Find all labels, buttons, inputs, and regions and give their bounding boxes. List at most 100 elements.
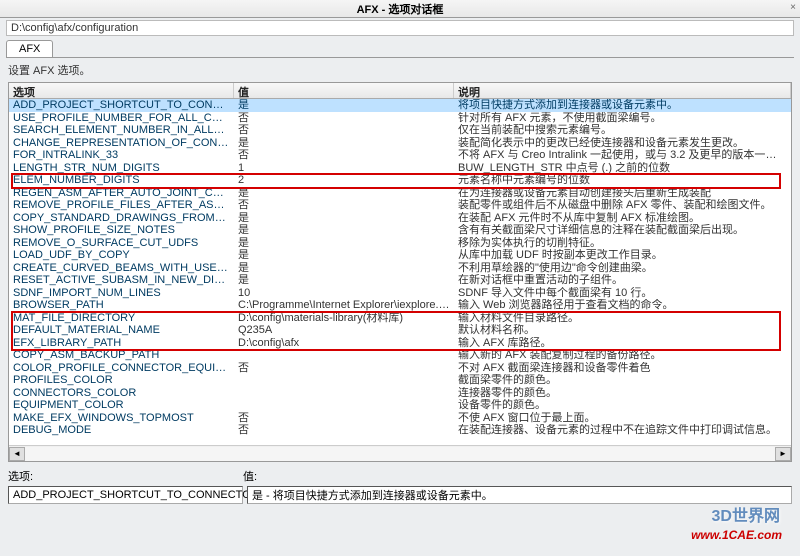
table-row[interactable]: CREATE_CURVED_BEAMS_WITH_USE_EDGE是不利用草绘器… (9, 262, 791, 275)
cell-option: LENGTH_STR_NUM_DIGITS (9, 162, 234, 175)
path-input[interactable]: D:\config\afx/configuration (6, 20, 794, 36)
cell-value (234, 374, 454, 387)
scroll-left-icon[interactable]: ◄ (9, 447, 25, 461)
cell-description: 输入 AFX 库路径。 (454, 337, 791, 350)
close-icon[interactable]: × (790, 2, 796, 13)
cell-option: SDNF_IMPORT_NUM_LINES (9, 287, 234, 300)
cell-value: 是 (234, 187, 454, 200)
cell-option: CONNECTORS_COLOR (9, 387, 234, 400)
table-row[interactable]: COPY_ASM_BACKUP_PATH 输入新的 AFX 装配复制过程的备份路径… (9, 349, 791, 362)
cell-description: 仅在当前装配中搜索元素编号。 (454, 124, 791, 137)
cell-option: COLOR_PROFILE_CONNECTOR_EQUIPMENT_PARTS (9, 362, 234, 375)
table-row[interactable]: LENGTH_STR_NUM_DIGITS1BUW_LENGTH_STR 中点号… (9, 162, 791, 175)
cell-value: 10 (234, 287, 454, 300)
cell-option: BROWSER_PATH (9, 299, 234, 312)
col-option[interactable]: 选项 (9, 83, 234, 98)
table-row[interactable]: ADD_PROJECT_SHORTCUT_TO_CONNECTOR_EQUIPM… (9, 99, 791, 112)
col-description[interactable]: 说明 (454, 83, 791, 98)
cell-description: 元素名称中元素编号的位数 (454, 174, 791, 187)
cell-value: 否 (234, 124, 454, 137)
cell-option: COPY_ASM_BACKUP_PATH (9, 349, 234, 362)
cell-value: 是 (234, 274, 454, 287)
cell-value: 否 (234, 424, 454, 437)
cell-option: REMOVE_PROFILE_FILES_AFTER_ASSEMBLY (9, 199, 234, 212)
cell-description: 设备零件的颜色。 (454, 399, 791, 412)
value-field[interactable]: 是 - 将项目快捷方式添加到连接器或设备元素中。 (247, 486, 792, 504)
cell-option: MAT_FILE_DIRECTORY (9, 312, 234, 325)
scroll-right-icon[interactable]: ► (775, 447, 791, 461)
cell-description: 输入新的 AFX 装配复制过程的备份路径。 (454, 349, 791, 362)
cell-option: DEFAULT_MATERIAL_NAME (9, 324, 234, 337)
cell-option: DEBUG_MODE (9, 424, 234, 437)
cell-value (234, 349, 454, 362)
cell-option: EQUIPMENT_COLOR (9, 399, 234, 412)
horizontal-scrollbar[interactable]: ◄ ► (9, 445, 791, 461)
cell-option: CHANGE_REPRESENTATION_OF_CONNECTOR_EQUIP… (9, 137, 234, 150)
cell-option: ADD_PROJECT_SHORTCUT_TO_CONNECTOR_EQUIPM… (9, 99, 234, 112)
table-row[interactable]: PROFILES_COLOR截面梁零件的颜色。 (9, 374, 791, 387)
label-value: 值: (243, 468, 257, 484)
cell-description: 截面梁零件的颜色。 (454, 374, 791, 387)
cell-description: 在新对话框中重置活动的子组件。 (454, 274, 791, 287)
tab-afx[interactable]: AFX (6, 40, 53, 57)
table-row[interactable]: COLOR_PROFILE_CONNECTOR_EQUIPMENT_PARTS否… (9, 362, 791, 375)
table-row[interactable]: BROWSER_PATHC:\Programme\Internet Explor… (9, 299, 791, 312)
path-text: D:\config\afx/configuration (11, 22, 138, 34)
table-row[interactable]: SDNF_IMPORT_NUM_LINES10SDNF 导入文件中每个截面梁有 … (9, 287, 791, 300)
table-row[interactable]: REMOVE_O_SURFACE_CUT_UDFS是移除为实体执行的切削特征。 (9, 237, 791, 250)
cell-value: D:\config\afx (234, 337, 454, 350)
cell-description: 不将 AFX 与 Creo Intralink 一起使用，或与 3.2 及更早的… (454, 149, 791, 162)
cell-value: 是 (234, 224, 454, 237)
cell-description: 装配零件或组件后不从磁盘中删除 AFX 零件、装配和绘图文件。 (454, 199, 791, 212)
subtitle: 设置 AFX 选项。 (8, 62, 792, 78)
cell-description: 输入材料文件目录路径。 (454, 312, 791, 325)
watermark-brand: 3D世界网 (712, 502, 780, 526)
cell-value: 2 (234, 174, 454, 187)
cell-value: 否 (234, 199, 454, 212)
table-row[interactable]: EFX_LIBRARY_PATHD:\config\afx输入 AFX 库路径。 (9, 337, 791, 350)
table-row[interactable]: CHANGE_REPRESENTATION_OF_CONNECTOR_EQUIP… (9, 137, 791, 150)
table-row[interactable]: USE_PROFILE_NUMBER_FOR_ALL_COMPONENT_NAM… (9, 112, 791, 125)
table-row[interactable]: DEFAULT_MATERIAL_NAMEQ235A默认材料名称。 (9, 324, 791, 337)
cell-value: C:\Programme\Internet Explorer\iexplore.… (234, 299, 454, 312)
col-value[interactable]: 值 (234, 83, 454, 98)
cell-option: REMOVE_O_SURFACE_CUT_UDFS (9, 237, 234, 250)
table-row[interactable]: CONNECTORS_COLOR连接器零件的颜色。 (9, 387, 791, 400)
cell-description: 将项目快捷方式添加到连接器或设备元素中。 (454, 99, 791, 112)
table-row[interactable]: MAT_FILE_DIRECTORYD:\config\materials-li… (9, 312, 791, 325)
table-row[interactable]: REGEN_ASM_AFTER_AUTO_JOINT_CREATION是在为连接… (9, 187, 791, 200)
table-row[interactable]: FOR_INTRALINK_33否不将 AFX 与 Creo Intralink… (9, 149, 791, 162)
options-table: 选项 值 说明 ADD_PROJECT_SHORTCUT_TO_CONNECTO… (8, 82, 792, 462)
cell-option: SEARCH_ELEMENT_NUMBER_IN_ALL_PROJECT_ASS… (9, 124, 234, 137)
cell-value: 1 (234, 162, 454, 175)
table-row[interactable]: MAKE_EFX_WINDOWS_TOPMOST否不使 AFX 窗口位于最上面。 (9, 412, 791, 425)
table-row[interactable]: RESET_ACTIVE_SUBASM_IN_NEW_DIALOG_BOX是在新… (9, 274, 791, 287)
cell-description: 在装配连接器、设备元素的过程中不在追踪文件中打印调试信息。 (454, 424, 791, 437)
watermark-url: www.1CAE.com (691, 528, 782, 542)
table-row[interactable]: REMOVE_PROFILE_FILES_AFTER_ASSEMBLY否装配零件… (9, 199, 791, 212)
window-title: AFX - 选项对话框 (357, 1, 444, 17)
table-body: ADD_PROJECT_SHORTCUT_TO_CONNECTOR_EQUIPM… (9, 99, 791, 445)
table-row[interactable]: EQUIPMENT_COLOR 设备零件的颜色。 (9, 399, 791, 412)
table-row[interactable]: ELEM_NUMBER_DIGITS2元素名称中元素编号的位数 (9, 174, 791, 187)
cell-description: 不利用草绘器的"使用边"命令创建曲梁。 (454, 262, 791, 275)
option-field[interactable]: ADD_PROJECT_SHORTCUT_TO_CONNECTOR_EQUIPM… (8, 486, 243, 504)
table-row[interactable]: LOAD_UDF_BY_COPY是从库中加载 UDF 时按副本更改工作目录。 (9, 249, 791, 262)
cell-description: 从库中加载 UDF 时按副本更改工作目录。 (454, 249, 791, 262)
cell-value: 是 (234, 237, 454, 250)
scroll-track[interactable] (25, 447, 775, 461)
cell-value: D:\config\materials-library(材料库) (234, 312, 454, 325)
table-row[interactable]: SEARCH_ELEMENT_NUMBER_IN_ALL_PROJECT_ASS… (9, 124, 791, 137)
table-row[interactable]: COPY_STANDARD_DRAWINGS_FROM_LIBRARY是在装配 … (9, 212, 791, 225)
cell-value: 是 (234, 249, 454, 262)
cell-value: 是 (234, 262, 454, 275)
cell-value (234, 387, 454, 400)
cell-option: LOAD_UDF_BY_COPY (9, 249, 234, 262)
table-row[interactable]: DEBUG_MODE否在装配连接器、设备元素的过程中不在追踪文件中打印调试信息。 (9, 424, 791, 437)
cell-description: 默认材料名称。 (454, 324, 791, 337)
cell-value: 否 (234, 149, 454, 162)
cell-value: 否 (234, 112, 454, 125)
table-row[interactable]: SHOW_PROFILE_SIZE_NOTES是含有有关截面梁尺寸详细信息的注释… (9, 224, 791, 237)
cell-option: MAKE_EFX_WINDOWS_TOPMOST (9, 412, 234, 425)
cell-value: 否 (234, 412, 454, 425)
